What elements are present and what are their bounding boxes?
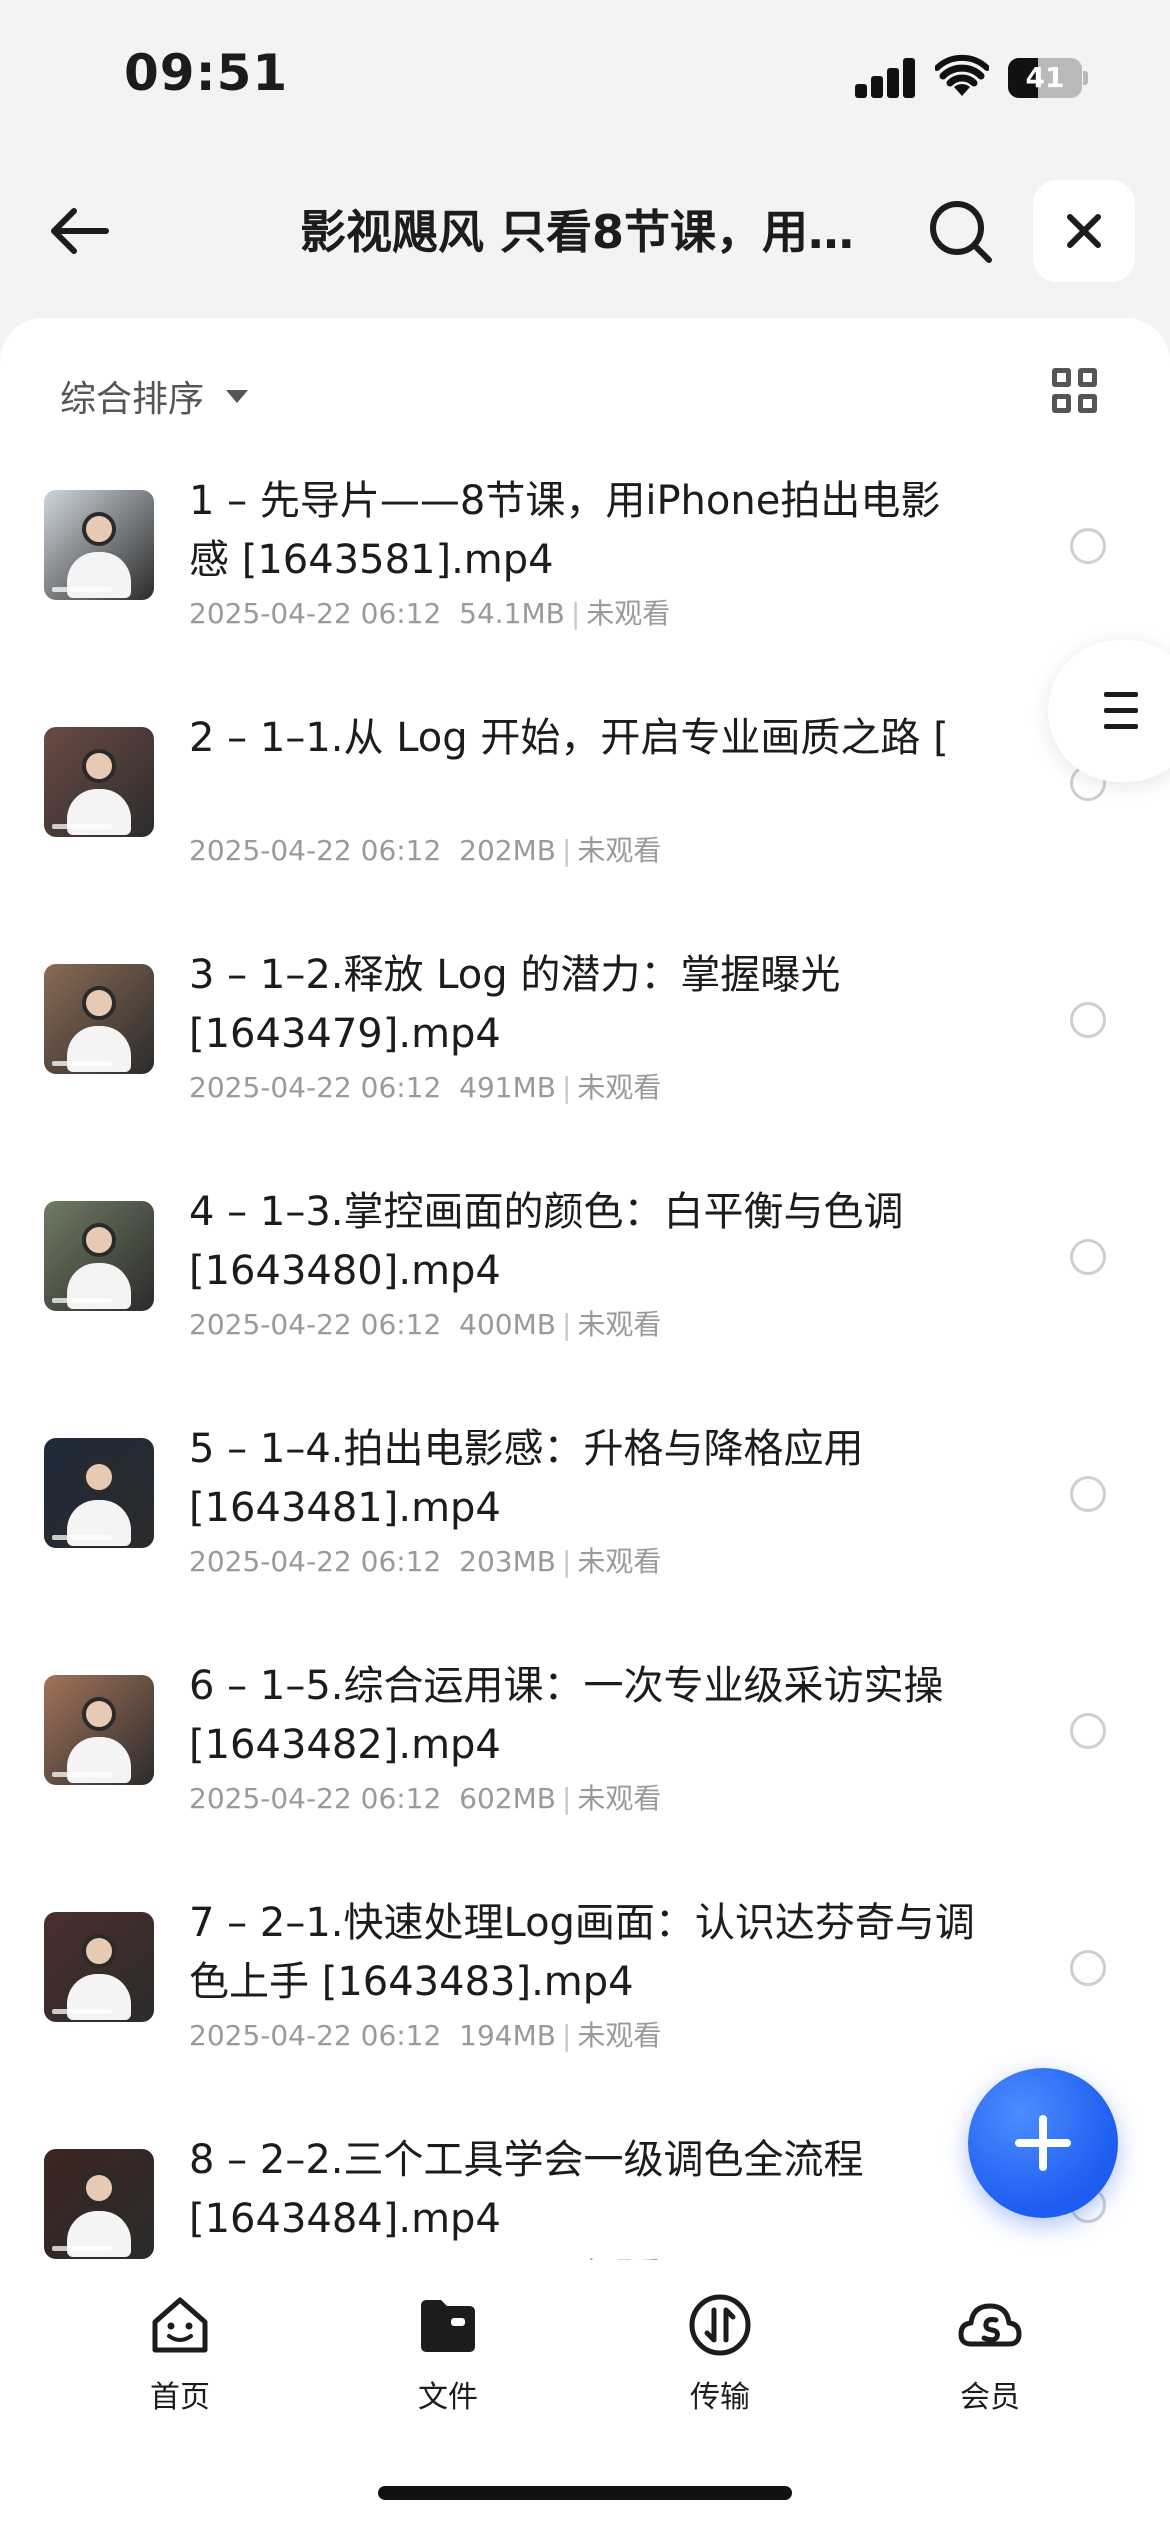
file-date: 2025-04-22 06:12 [189, 1308, 442, 1341]
home-face-icon [152, 2297, 208, 2353]
video-thumbnail [44, 964, 154, 1074]
cellular-signal-icon [855, 58, 917, 98]
file-date: 2025-04-22 06:12 [189, 1071, 442, 1104]
file-meta: 2025-04-22 06:12 194MB | 未观看 [189, 2019, 662, 2052]
file-size: 194MB [459, 2019, 556, 2052]
video-thumbnail [44, 2149, 154, 2259]
wifi-icon [935, 54, 989, 96]
grid-view-icon[interactable] [1052, 368, 1100, 416]
file-date: 2025-04-22 06:12 [189, 834, 442, 867]
tab-label: 文件 [418, 2380, 478, 2415]
select-radio[interactable] [1070, 1950, 1106, 1986]
sort-dropdown[interactable]: 综合排序 [60, 366, 249, 426]
file-row[interactable]: 5 – 1–4.拍出电影感：升格与降格应用 [1643481].mp4 2025-… [0, 1408, 1170, 1645]
file-meta: 2025-04-22 06:12 491MB | 未观看 [189, 1071, 662, 1104]
menu-icon [1104, 692, 1138, 697]
select-radio[interactable] [1070, 1476, 1106, 1512]
file-list: 1 – 先导片——8节课，用iPhone拍出电影感 [1643581].mp4 2… [0, 460, 1170, 2260]
status-time: 09:51 [124, 44, 289, 102]
file-name: 6 – 1–5.综合运用课：一次专业级采访实操 [1643482].mp4 [189, 1663, 944, 1768]
file-row[interactable]: 7 – 2–1.快速处理Log画面：认识达芬奇与调色上手 [1643483].m… [0, 1882, 1170, 2119]
file-name: 2 – 1–1.从 Log 开始，开启专业画质之路 [ [189, 715, 949, 761]
status-bar: 09:51 41 [0, 0, 1170, 150]
file-meta: 2025-04-22 06:12 400MB | 未观看 [189, 1308, 662, 1341]
file-size: 336MB [459, 2256, 556, 2260]
file-row[interactable]: 2 – 1–1.从 Log 开始，开启专业画质之路 [ 2025-04-22 06… [0, 697, 1170, 934]
home-indicator [378, 2486, 792, 2500]
file-name: 3 – 1–2.释放 Log 的潜力：掌握曝光 [1643479].mp4 [189, 952, 841, 1057]
file-meta: 2025-04-22 06:12 336MB|未观看 [189, 2251, 661, 2260]
video-thumbnail [44, 727, 154, 837]
file-row[interactable]: 4 – 1–3.掌控画面的颜色：白平衡与色调 [1643480].mp4 2025… [0, 1171, 1170, 1408]
watch-status: 未观看 [577, 1545, 662, 1578]
caret-down-icon [226, 389, 249, 403]
file-date: 2025-04-22 06:12 [189, 2256, 441, 2260]
close-icon [1067, 214, 1101, 248]
tab-vip[interactable]: 会员 [910, 2292, 1070, 2422]
add-button[interactable] [968, 2068, 1118, 2218]
tab-files[interactable]: 文件 [368, 2292, 528, 2422]
watch-status: 未观看 [586, 597, 671, 630]
file-name: 8 – 2–2.三个工具学会一级调色全流程 [1643484].mp4 [189, 2137, 864, 2242]
file-date: 2025-04-22 06:12 [189, 2019, 442, 2052]
file-date: 2025-04-22 06:12 [189, 597, 442, 630]
tab-transfer[interactable]: 传输 [640, 2292, 800, 2422]
battery-icon: 41 [1008, 58, 1088, 98]
select-radio[interactable] [1070, 528, 1106, 564]
file-name: 1 – 先导片——8节课，用iPhone拍出电影感 [1643581].mp4 [189, 478, 941, 583]
file-size: 400MB [459, 1308, 556, 1341]
watch-status: 未观看 [577, 1308, 662, 1341]
close-button[interactable] [1033, 180, 1135, 282]
back-arrow-icon[interactable] [46, 196, 116, 266]
select-radio[interactable] [1070, 1713, 1106, 1749]
select-radio[interactable] [1070, 1002, 1106, 1038]
tab-label: 会员 [960, 2380, 1020, 2415]
file-name: 5 – 1–4.拍出电影感：升格与降格应用 [1643481].mp4 [189, 1426, 864, 1531]
file-meta: 2025-04-22 06:12 202MB | 未观看 [189, 834, 662, 867]
video-thumbnail [44, 1438, 154, 1548]
watch-status: 未观看 [577, 1782, 662, 1815]
search-icon[interactable] [925, 196, 997, 268]
file-size: 202MB [459, 834, 556, 867]
folder-icon [421, 2300, 475, 2352]
file-size: 203MB [459, 1545, 556, 1578]
file-row[interactable]: 3 – 1–2.释放 Log 的潜力：掌握曝光 [1643479].mp4 202… [0, 934, 1170, 1171]
transfer-icon [689, 2294, 751, 2356]
file-row[interactable]: 6 – 1–5.综合运用课：一次专业级采访实操 [1643482].mp4 202… [0, 1645, 1170, 1882]
watch-status: 未观看 [577, 1071, 662, 1104]
video-thumbnail [44, 1675, 154, 1785]
file-name: 4 – 1–3.掌控画面的颜色：白平衡与色调 [1643480].mp4 [189, 1189, 904, 1294]
tab-home[interactable]: 首页 [100, 2292, 260, 2422]
video-thumbnail [44, 1912, 154, 2022]
file-name: 7 – 2–1.快速处理Log画面：认识达芬奇与调色上手 [1643483].m… [189, 1900, 975, 2005]
select-radio[interactable] [1070, 1239, 1106, 1275]
watch-status: 未观看 [577, 2019, 662, 2052]
page-title: 影视飓风 只看8节课，用iPhone拍出电影感 [300, 205, 860, 259]
file-size: 491MB [459, 1071, 556, 1104]
file-date: 2025-04-22 06:12 [189, 1545, 442, 1578]
file-meta: 2025-04-22 06:12 602MB | 未观看 [189, 1782, 662, 1815]
video-thumbnail [44, 1201, 154, 1311]
file-size: 602MB [459, 1782, 556, 1815]
file-row[interactable]: 1 – 先导片——8节课，用iPhone拍出电影感 [1643581].mp4 2… [0, 460, 1170, 697]
video-thumbnail [44, 490, 154, 600]
file-date: 2025-04-22 06:12 [189, 1782, 442, 1815]
file-size: 54.1MB [459, 597, 565, 630]
tab-label: 传输 [690, 2380, 750, 2415]
tab-label: 首页 [150, 2380, 210, 2415]
file-meta: 2025-04-22 06:12 203MB | 未观看 [189, 1545, 662, 1578]
watch-status: 未观看 [577, 2256, 661, 2260]
vip-cloud-icon [958, 2303, 1022, 2347]
battery-percent: 41 [1025, 61, 1065, 94]
file-meta: 2025-04-22 06:12 54.1MB | 未观看 [189, 597, 671, 630]
sort-label: 综合排序 [60, 379, 205, 420]
watch-status: 未观看 [577, 834, 662, 867]
